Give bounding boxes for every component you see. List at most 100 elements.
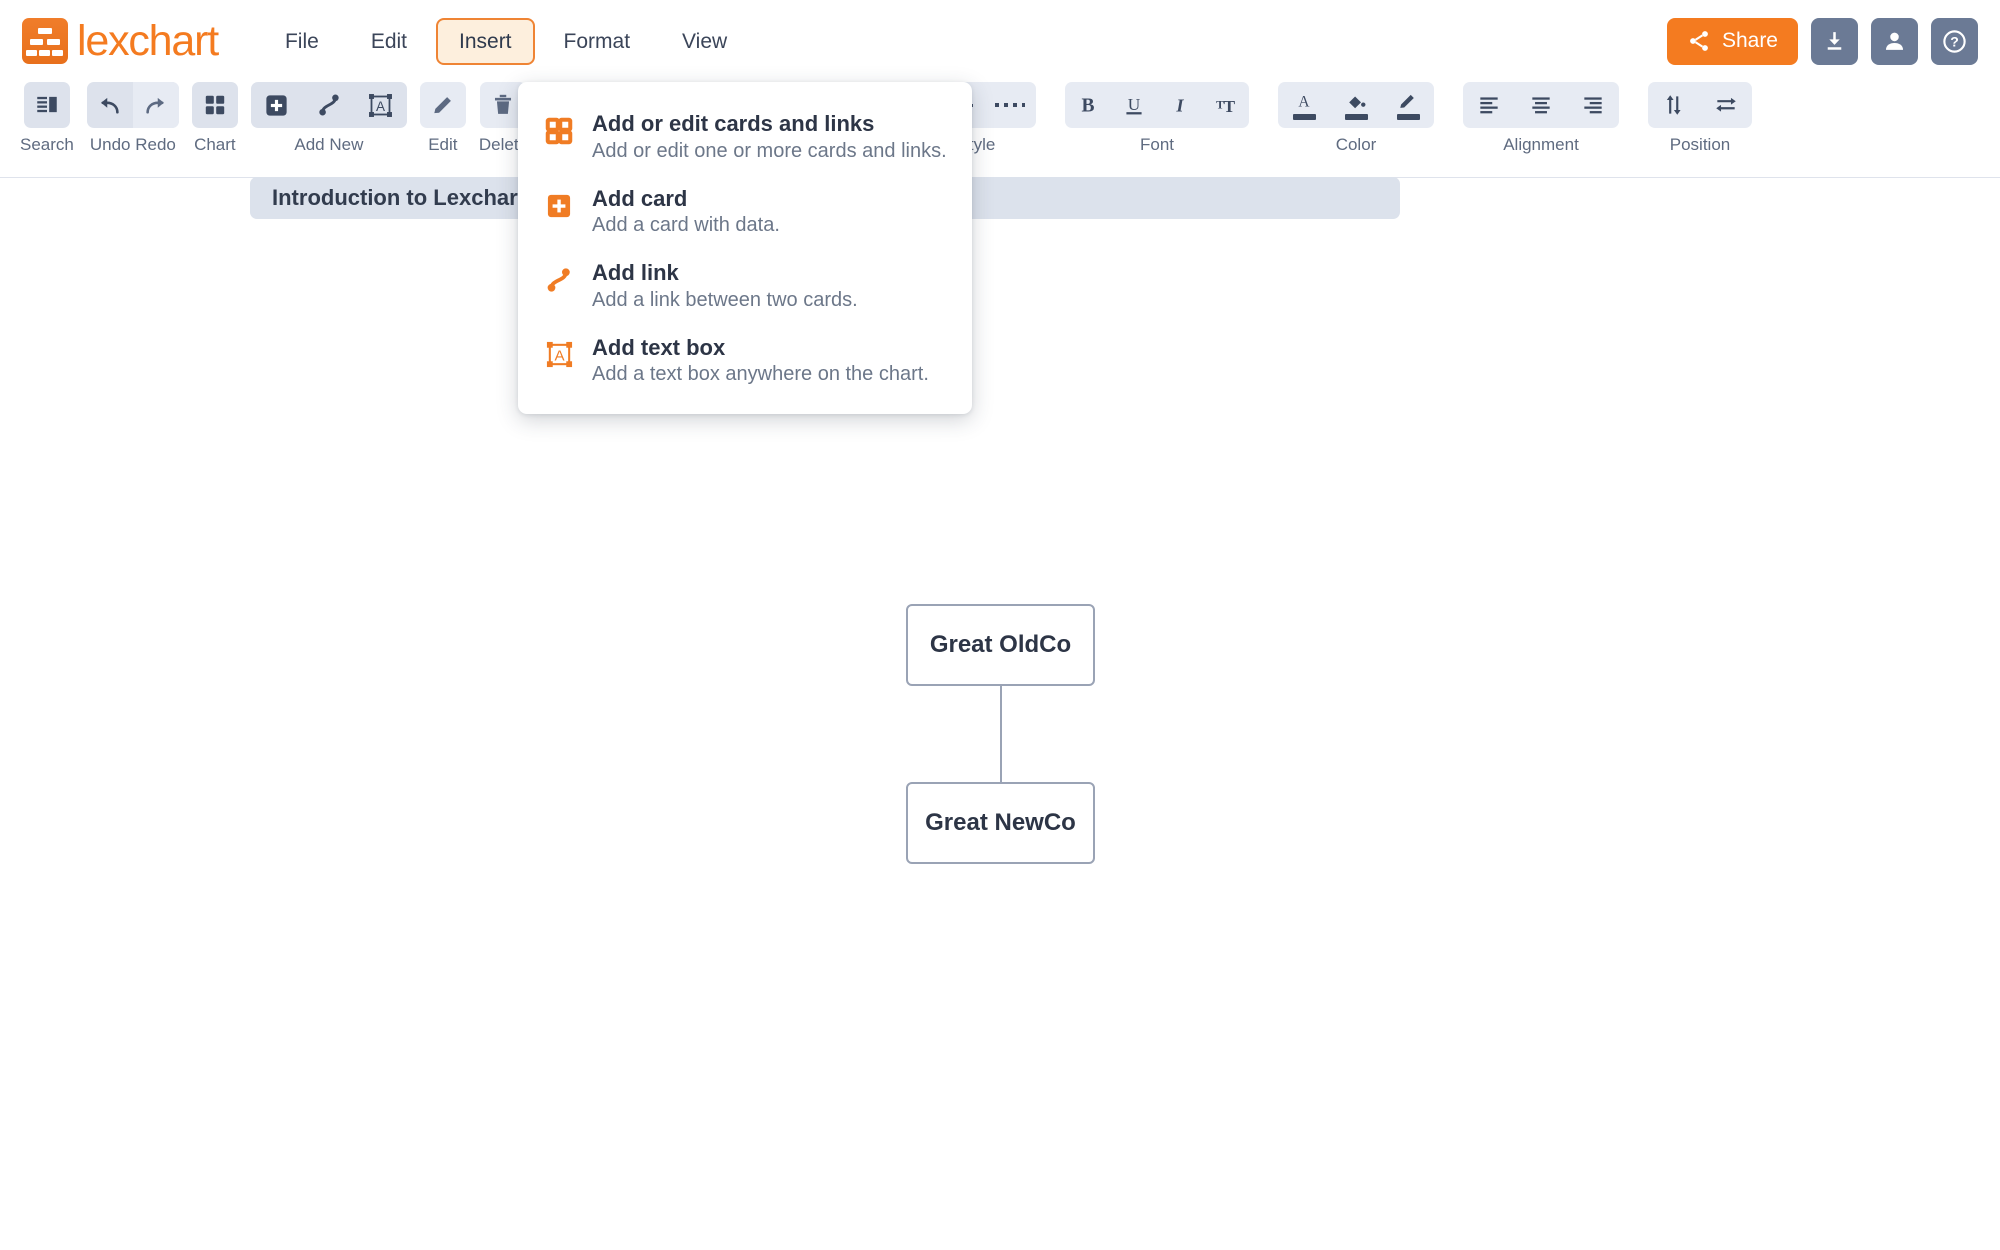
align-left-icon xyxy=(1480,97,1498,114)
svg-text:?: ? xyxy=(1950,33,1959,49)
lexchart-logo-icon xyxy=(22,18,68,64)
toolbar-label-edit: Edit xyxy=(428,135,458,154)
menu-item-title: Add or edit cards and links xyxy=(592,111,875,136)
fill-color-button[interactable] xyxy=(1330,82,1382,128)
card-label: Great NewCo xyxy=(925,809,1076,836)
insert-dropdown-menu: Add or edit cards and links Add or edit … xyxy=(518,82,972,414)
menu-item-description: Add a text box anywhere on the chart. xyxy=(592,363,929,385)
toolbar-label-undo-redo: Undo Redo xyxy=(89,135,176,154)
text-box-icon: A xyxy=(369,93,393,117)
bold-button[interactable]: B xyxy=(1065,82,1111,128)
share-icon xyxy=(1690,31,1708,51)
align-right-icon xyxy=(1584,97,1602,114)
redo-button[interactable] xyxy=(132,82,179,128)
account-button[interactable] xyxy=(1871,17,1918,65)
lexchart-app: lexchart File Edit Insert Format View Sh… xyxy=(0,0,2000,1250)
add-text-box-button[interactable]: A xyxy=(355,82,407,128)
bold-icon: B xyxy=(1082,96,1095,117)
menu-item-add-text-box[interactable]: A Add text box Add a text box anywhere o… xyxy=(518,324,972,399)
curved-link-orange-icon xyxy=(544,265,574,295)
align-center-button[interactable] xyxy=(1515,82,1567,128)
swap-horizontal-icon xyxy=(1716,97,1736,112)
chart-title-text: Introduction to Lexchart xyxy=(272,185,525,210)
menu-item-add-or-edit-cards-and-links[interactable]: Add or edit cards and links Add or edit … xyxy=(518,100,972,175)
toolbar-group-position: Position xyxy=(1648,82,1753,155)
text-color-button[interactable]: A xyxy=(1278,82,1330,128)
menu-item-description: Add or edit one or more cards and links. xyxy=(592,139,947,162)
text-color-icon: A xyxy=(1292,91,1316,120)
text-box-orange-icon: A xyxy=(544,340,574,370)
menu-insert[interactable]: Insert xyxy=(436,17,535,65)
swap-vertical-icon xyxy=(1666,95,1681,115)
toolbar-group-add-new: A Add New xyxy=(250,82,407,155)
text-size-icon: T T xyxy=(1216,97,1235,116)
brand-logo[interactable]: lexchart xyxy=(22,16,219,65)
search-panel-icon xyxy=(37,96,57,113)
brand-name: lexchart xyxy=(77,16,219,65)
search-button[interactable] xyxy=(24,82,70,128)
swap-horizontal-button[interactable] xyxy=(1700,82,1752,128)
card-connector-line[interactable] xyxy=(1000,686,1002,782)
plus-square-icon xyxy=(266,94,287,116)
person-icon xyxy=(1885,32,1904,50)
share-button[interactable]: Share xyxy=(1666,17,1798,65)
toolbar-label-color: Color xyxy=(1335,135,1377,154)
toolbar-group-edit: Edit xyxy=(419,82,466,155)
toolbar-group-undo-redo: Undo Redo xyxy=(86,82,179,155)
line-color-button[interactable] xyxy=(1382,82,1434,128)
underline-icon: U xyxy=(1126,95,1142,115)
swap-vertical-button[interactable] xyxy=(1648,82,1700,128)
toolbar-label-add-new: Add New xyxy=(294,135,364,154)
menu-edit[interactable]: Edit xyxy=(348,18,430,65)
question-mark-icon: ? xyxy=(1943,29,1966,53)
line-color-icon xyxy=(1396,91,1420,120)
svg-text:U: U xyxy=(1128,95,1141,114)
help-button[interactable]: ? xyxy=(1931,17,1978,65)
menu-item-add-link[interactable]: Add link Add a link between two cards. xyxy=(518,249,972,324)
toolbar-label-chart: Chart xyxy=(194,135,236,154)
chart-card-great-oldco[interactable]: Great OldCo xyxy=(906,604,1095,686)
toolbar-label-alignment: Alignment xyxy=(1503,135,1579,154)
toolbar-label-position: Position xyxy=(1669,135,1731,154)
pencil-icon xyxy=(434,97,451,114)
text-size-button[interactable]: T T xyxy=(1203,82,1249,128)
add-link-button[interactable] xyxy=(303,82,355,128)
toolbar-group-alignment: Alignment xyxy=(1463,82,1620,155)
svg-text:A: A xyxy=(554,348,565,365)
undo-button[interactable] xyxy=(87,82,133,128)
dotted-line-icon xyxy=(987,82,1033,128)
align-left-button[interactable] xyxy=(1463,82,1515,128)
menu-file[interactable]: File xyxy=(262,18,342,65)
align-center-icon xyxy=(1532,97,1550,114)
svg-text:T: T xyxy=(1223,97,1235,116)
toolbar-group-chart: Chart xyxy=(191,82,238,155)
share-label: Share xyxy=(1721,29,1778,52)
dotted-line-button[interactable] xyxy=(984,82,1036,128)
download-icon xyxy=(1827,31,1842,50)
undo-arrow-icon xyxy=(101,97,120,114)
menu-item-title: Add card xyxy=(592,185,688,211)
main-menubar: File Edit Insert Format View xyxy=(262,17,750,65)
toolbar-group-color: A Color xyxy=(1278,82,1435,155)
menu-format[interactable]: Format xyxy=(541,18,654,65)
align-right-button[interactable] xyxy=(1567,82,1619,128)
edit-button[interactable] xyxy=(420,82,466,128)
download-button[interactable] xyxy=(1811,17,1858,65)
trash-icon xyxy=(495,94,512,114)
chart-button[interactable] xyxy=(192,82,238,128)
italic-button[interactable]: I xyxy=(1157,82,1203,128)
plus-square-orange-icon xyxy=(544,191,574,221)
menu-item-description: Add a link between two cards. xyxy=(592,288,858,311)
chart-card-great-newco[interactable]: Great NewCo xyxy=(906,782,1095,864)
app-header: lexchart File Edit Insert Format View Sh… xyxy=(0,0,2000,82)
main-toolbar: Search Undo Redo Chart A Add New Edit De… xyxy=(0,82,2000,178)
toolbar-group-font: B U I T T Font xyxy=(1065,82,1250,155)
menu-item-title: Add link xyxy=(592,260,679,285)
menu-view[interactable]: View xyxy=(659,18,750,65)
italic-icon: I xyxy=(1175,96,1184,116)
add-card-button[interactable] xyxy=(251,82,303,128)
menu-item-add-card[interactable]: Add card Add a card with data. xyxy=(518,175,972,250)
underline-button[interactable]: U xyxy=(1111,82,1157,128)
toolbar-group-search: Search xyxy=(20,82,74,155)
menu-item-title: Add text box xyxy=(592,334,726,360)
